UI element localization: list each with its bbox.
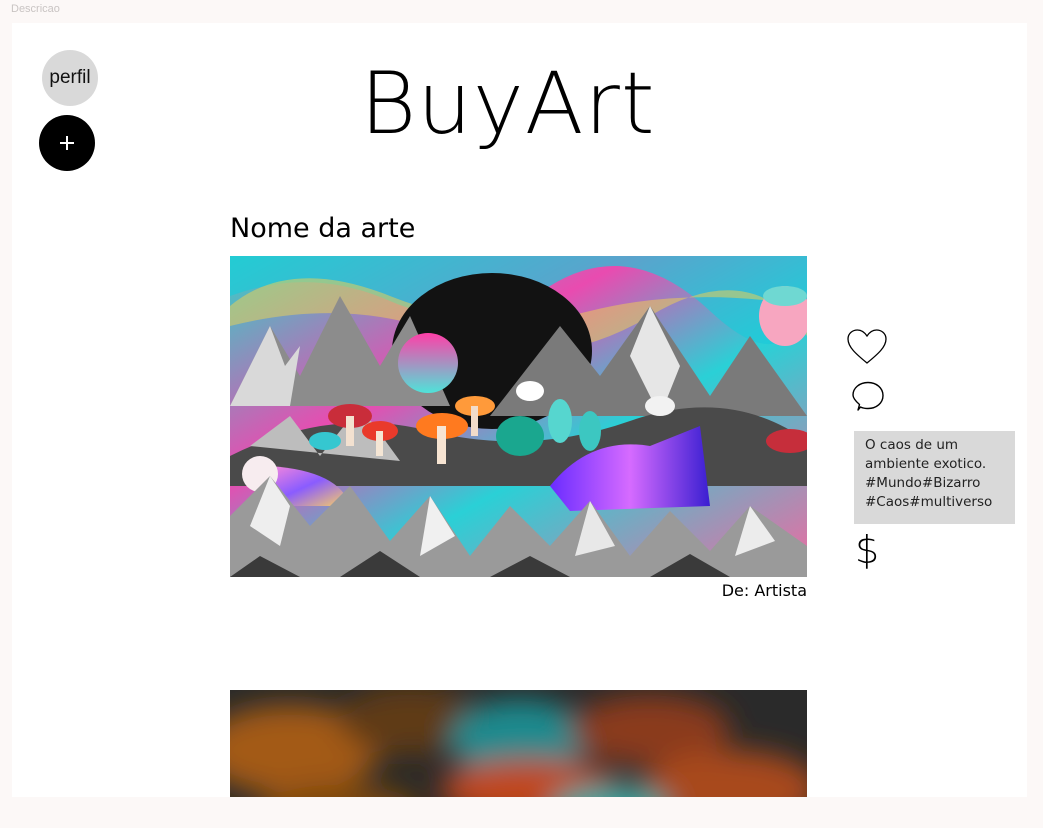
speech-bubble-icon	[852, 381, 884, 411]
add-art-button[interactable]	[39, 115, 95, 171]
artwork-image[interactable]	[230, 256, 807, 577]
comment-button[interactable]	[850, 380, 886, 420]
buy-button[interactable]: $	[855, 531, 879, 569]
art-title: Nome da arte	[230, 213, 416, 244]
frame-label: Descricao	[11, 3, 60, 15]
artist-credit[interactable]: De: Artista	[722, 581, 807, 600]
description-line: #Caos#multiverso	[865, 494, 993, 510]
page-canvas: perfil BuyArt Nome da arte De: Artista O…	[12, 23, 1027, 797]
next-artwork-image[interactable]	[230, 690, 807, 797]
plus-icon	[60, 136, 74, 150]
profile-button[interactable]: perfil	[42, 50, 98, 106]
description-line: #Mundo#Bizarro	[865, 475, 981, 491]
description-line: O caos de um	[865, 437, 959, 453]
description-box: O caos de um ambiente exotico. #Mundo#Bi…	[854, 431, 1015, 524]
like-button[interactable]	[846, 328, 888, 370]
dollar-icon: $	[855, 528, 880, 572]
heart-icon	[847, 329, 887, 364]
description-line: ambiente exotico.	[865, 456, 987, 472]
profile-label: perfil	[49, 67, 91, 88]
app-logo: BuyArt	[360, 54, 656, 154]
